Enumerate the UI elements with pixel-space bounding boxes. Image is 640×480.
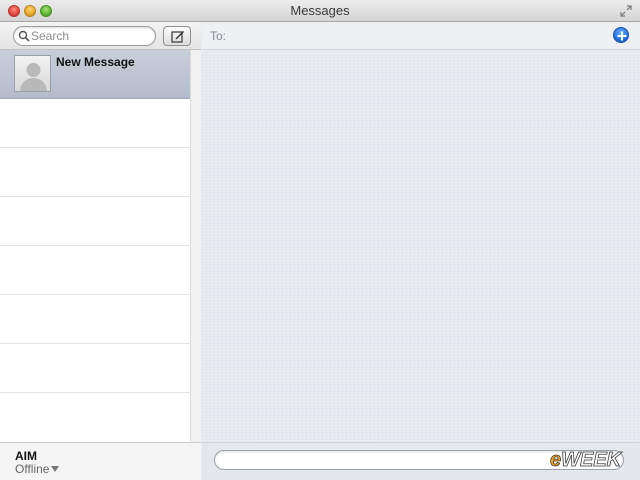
avatar-placeholder-icon xyxy=(20,63,47,91)
list-item xyxy=(0,99,190,148)
list-item xyxy=(0,246,190,295)
avatar xyxy=(14,55,51,92)
conversation-item-new-message[interactable]: New Message xyxy=(0,50,190,99)
recipient-input[interactable] xyxy=(230,27,600,45)
list-item xyxy=(0,197,190,246)
chevron-down-icon[interactable] xyxy=(51,466,59,472)
list-item xyxy=(0,295,190,344)
sidebar-toolbar xyxy=(0,22,201,50)
conversation-pane: To: xyxy=(202,22,640,480)
list-item xyxy=(0,344,190,393)
recipient-bar: To: xyxy=(202,22,640,50)
eweek-watermark-logo: eWEEK xyxy=(550,449,623,472)
messages-window: Messages Search New Message AIM Offline … xyxy=(0,0,640,480)
conversation-list: New Message xyxy=(0,50,201,442)
add-contact-icon xyxy=(617,31,627,41)
window-title: Messages xyxy=(290,3,350,18)
compose-button[interactable] xyxy=(163,26,191,46)
search-input[interactable] xyxy=(31,28,151,44)
list-item xyxy=(0,148,190,197)
conversation-name: New Message xyxy=(56,55,135,69)
title-bar: Messages xyxy=(0,0,640,22)
search-field[interactable] xyxy=(13,26,156,46)
search-icon xyxy=(18,30,30,42)
account-status-menu[interactable]: Offline xyxy=(15,462,49,476)
account-status-area: AIM Offline xyxy=(0,442,201,480)
compose-icon xyxy=(171,31,184,43)
svg-text:eWEEK: eWEEK xyxy=(550,449,623,471)
list-item xyxy=(0,393,190,442)
sidebar-scrollbar[interactable] xyxy=(190,50,201,442)
account-name: AIM xyxy=(15,449,37,463)
add-contact-button[interactable] xyxy=(613,27,629,43)
conversation-sidebar: New Message AIM Offline xyxy=(0,22,201,480)
fullscreen-icon[interactable] xyxy=(620,5,632,17)
to-label: To: xyxy=(210,29,227,43)
